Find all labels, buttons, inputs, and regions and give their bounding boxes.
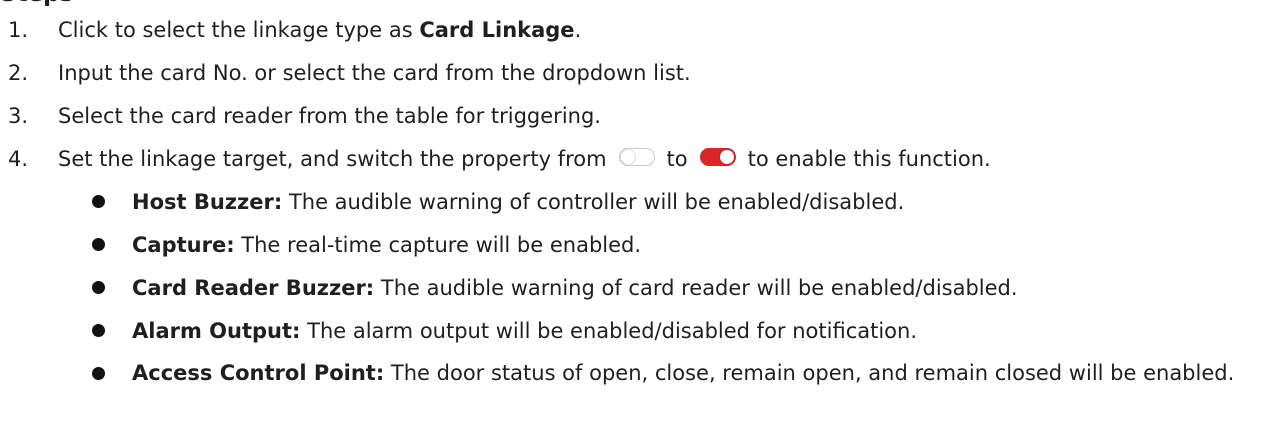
- step-text: .: [574, 18, 582, 42]
- step-number: 3.: [8, 104, 29, 128]
- step-text: Set the linkage target, and switch the p…: [58, 147, 607, 171]
- step-1: 1. Click to select the linkage type as Ca…: [0, 14, 581, 46]
- bullet-term: Host Buzzer:: [132, 190, 283, 214]
- bullet-icon: [92, 195, 105, 208]
- step-text: Input the card No. or select the card fr…: [58, 61, 691, 85]
- bullet-term: Capture:: [132, 233, 235, 257]
- step-3: 3. Select the card reader from the table …: [0, 100, 601, 132]
- step-number: 4.: [8, 147, 29, 171]
- step-4: 4. Set the linkage target, and switch the…: [0, 143, 991, 175]
- bullet-term: Access Control Point:: [132, 361, 385, 385]
- step-text: Click to select the linkage type as: [58, 18, 420, 42]
- toggle-off-icon: [618, 148, 655, 166]
- toggle-knob: [719, 150, 734, 164]
- bullet-icon: [92, 281, 105, 294]
- step-text: to: [666, 147, 688, 171]
- steps-heading: Steps: [0, 0, 73, 12]
- toggle-knob: [620, 150, 635, 164]
- step-text: to enable this function.: [747, 147, 991, 171]
- bullet-desc: The door status of open, close, remain o…: [384, 361, 1235, 385]
- bullet-term: Card Reader Buzzer:: [132, 276, 375, 300]
- bullet-term: Alarm Output:: [132, 319, 301, 343]
- step-bold-term: Card Linkage: [419, 18, 575, 42]
- bullet-icon: [92, 324, 105, 337]
- bullet-desc: The alarm output will be enabled/disable…: [300, 319, 918, 343]
- step-number: 2.: [8, 61, 29, 85]
- step-number: 1.: [8, 18, 29, 42]
- toggle-on-icon: [699, 148, 736, 166]
- step-2: 2. Input the card No. or select the card …: [0, 57, 691, 89]
- step-text: Select the card reader from the table fo…: [58, 104, 601, 128]
- bullet-desc: The real-time capture will be enabled.: [234, 233, 642, 257]
- bullet-desc: The audible warning of controller will b…: [282, 190, 905, 214]
- bullet-icon: [92, 238, 105, 251]
- bullet-desc: The audible warning of card reader will …: [374, 276, 1018, 300]
- bullet-icon: [92, 367, 105, 380]
